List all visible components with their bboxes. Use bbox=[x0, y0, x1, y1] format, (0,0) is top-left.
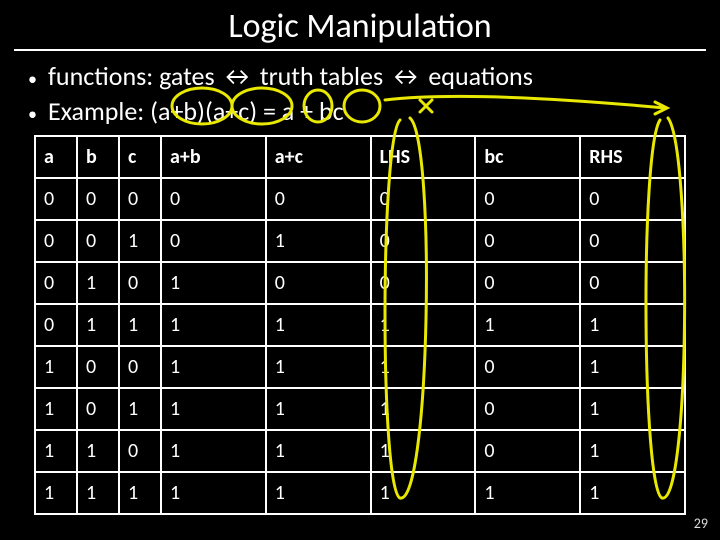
table-cell: 0 bbox=[77, 178, 119, 220]
table-cell: 0 bbox=[475, 346, 580, 388]
table-cell: 0 bbox=[266, 262, 371, 304]
table-row: 11111111 bbox=[35, 472, 685, 514]
table-cell: 1 bbox=[161, 388, 266, 430]
table-row: 01111111 bbox=[35, 304, 685, 346]
table-cell: 0 bbox=[161, 220, 266, 262]
table-cell: 0 bbox=[266, 178, 371, 220]
table-cell: 0 bbox=[119, 430, 161, 472]
table-cell: 1 bbox=[580, 388, 685, 430]
table-cell: 0 bbox=[371, 262, 476, 304]
table-cell: 1 bbox=[161, 472, 266, 514]
table-cell: 1 bbox=[371, 472, 476, 514]
table-cell: 1 bbox=[77, 430, 119, 472]
table-cell: 0 bbox=[475, 430, 580, 472]
col-header: LHS bbox=[371, 136, 476, 178]
table-cell: 0 bbox=[580, 178, 685, 220]
table-cell: 0 bbox=[580, 220, 685, 262]
table-cell: 0 bbox=[119, 262, 161, 304]
bullet-dot-icon: • bbox=[28, 102, 48, 126]
table-cell: 1 bbox=[266, 346, 371, 388]
table-cell: 1 bbox=[161, 346, 266, 388]
table-cell: 0 bbox=[161, 178, 266, 220]
table-cell: 1 bbox=[266, 220, 371, 262]
table-row: 10111101 bbox=[35, 388, 685, 430]
table-cell: 1 bbox=[35, 346, 77, 388]
col-header: a+b bbox=[161, 136, 266, 178]
slide-title: Logic Manipulation bbox=[14, 0, 706, 51]
table-cell: 1 bbox=[475, 304, 580, 346]
table-header-row: a b c a+b a+c LHS bc RHS bbox=[35, 136, 685, 178]
table-cell: 1 bbox=[119, 304, 161, 346]
table-cell: 1 bbox=[371, 304, 476, 346]
table-cell: 0 bbox=[77, 220, 119, 262]
table-cell: 0 bbox=[77, 346, 119, 388]
bullet-item: • Example: (a+b)(a+c) = a + bc bbox=[28, 94, 720, 129]
table-cell: 1 bbox=[119, 472, 161, 514]
table-cell: 1 bbox=[266, 304, 371, 346]
table-cell: 1 bbox=[266, 388, 371, 430]
table-cell: 0 bbox=[35, 178, 77, 220]
truth-table: a b c a+b a+c LHS bc RHS 000000000010100… bbox=[34, 135, 686, 515]
table-row: 10011101 bbox=[35, 346, 685, 388]
table-cell: 0 bbox=[119, 346, 161, 388]
table-cell: 1 bbox=[161, 430, 266, 472]
table-cell: 1 bbox=[266, 472, 371, 514]
table-cell: 0 bbox=[35, 262, 77, 304]
table-cell: 1 bbox=[161, 304, 266, 346]
bullet-text: Example: (a+b)(a+c) = a + bc bbox=[48, 94, 344, 129]
table-cell: 0 bbox=[371, 178, 476, 220]
table-cell: 1 bbox=[77, 472, 119, 514]
table-cell: 1 bbox=[580, 304, 685, 346]
col-header: c bbox=[119, 136, 161, 178]
table-cell: 0 bbox=[580, 262, 685, 304]
table-cell: 1 bbox=[580, 472, 685, 514]
table-cell: 1 bbox=[371, 388, 476, 430]
table-cell: 1 bbox=[35, 388, 77, 430]
table-cell: 0 bbox=[77, 388, 119, 430]
table-cell: 1 bbox=[35, 472, 77, 514]
table-cell: 1 bbox=[77, 262, 119, 304]
table-cell: 1 bbox=[266, 430, 371, 472]
table-cell: 1 bbox=[580, 430, 685, 472]
col-header: bc bbox=[475, 136, 580, 178]
col-header: a bbox=[35, 136, 77, 178]
table-cell: 1 bbox=[371, 430, 476, 472]
table-row: 11011101 bbox=[35, 430, 685, 472]
table-cell: 1 bbox=[371, 346, 476, 388]
table-cell: 1 bbox=[77, 304, 119, 346]
table-row: 01010000 bbox=[35, 262, 685, 304]
table-cell: 0 bbox=[371, 220, 476, 262]
table-cell: 1 bbox=[161, 262, 266, 304]
table-cell: 1 bbox=[119, 220, 161, 262]
table-cell: 0 bbox=[35, 220, 77, 262]
col-header: b bbox=[77, 136, 119, 178]
table-row: 00101000 bbox=[35, 220, 685, 262]
table-cell: 0 bbox=[475, 178, 580, 220]
table-cell: 1 bbox=[35, 430, 77, 472]
table-row: 00000000 bbox=[35, 178, 685, 220]
table-cell: 1 bbox=[580, 346, 685, 388]
bullet-dot-icon: • bbox=[28, 67, 48, 91]
table-cell: 0 bbox=[35, 304, 77, 346]
truth-table-container: a b c a+b a+c LHS bc RHS 000000000010100… bbox=[0, 135, 720, 515]
bullet-text: functions: gates ↔ truth tables ↔ equati… bbox=[48, 59, 533, 94]
table-cell: 0 bbox=[475, 262, 580, 304]
table-cell: 0 bbox=[475, 388, 580, 430]
table-cell: 1 bbox=[475, 472, 580, 514]
table-cell: 0 bbox=[475, 220, 580, 262]
col-header: RHS bbox=[580, 136, 685, 178]
bullet-list: • functions: gates ↔ truth tables ↔ equa… bbox=[0, 51, 720, 135]
col-header: a+c bbox=[266, 136, 371, 178]
table-cell: 1 bbox=[119, 388, 161, 430]
page-number: 29 bbox=[694, 515, 708, 532]
table-cell: 0 bbox=[119, 178, 161, 220]
bullet-item: • functions: gates ↔ truth tables ↔ equa… bbox=[28, 59, 720, 94]
